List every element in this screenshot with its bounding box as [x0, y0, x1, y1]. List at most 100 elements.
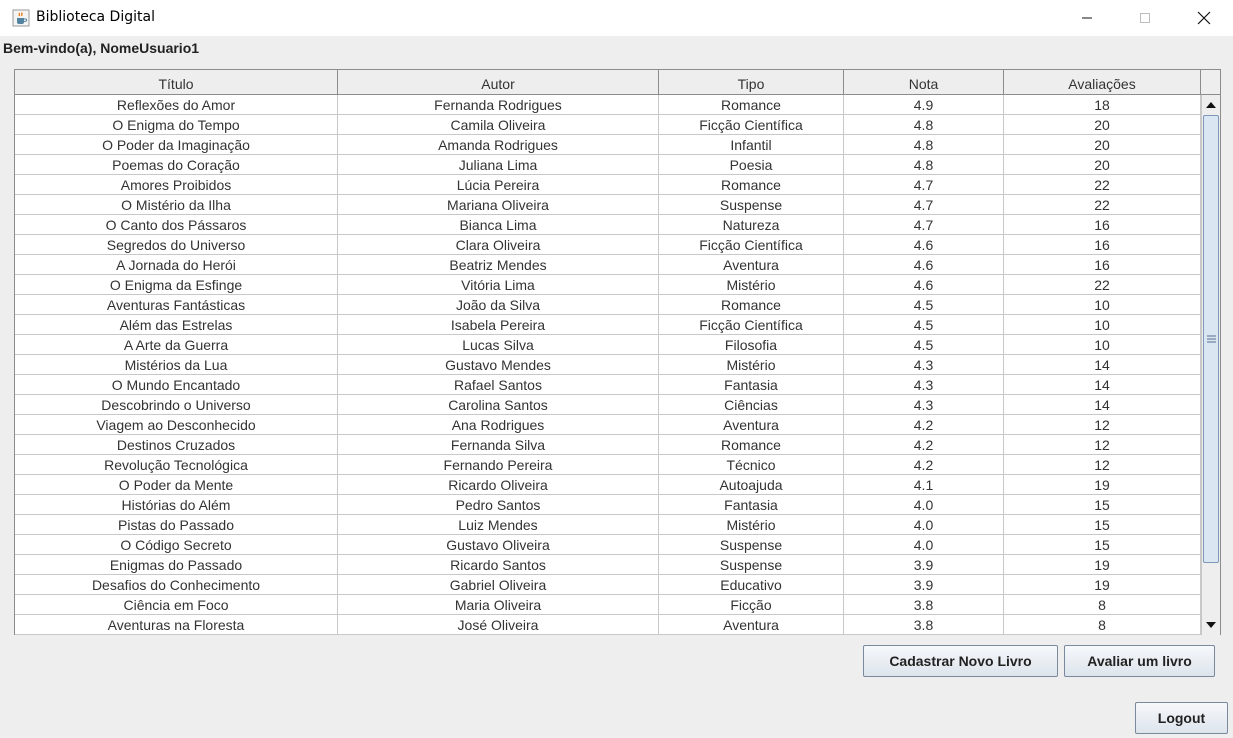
minimize-button[interactable] — [1058, 0, 1116, 36]
table-row[interactable]: Revolução Tecnológica Fernando Pereira Téc… — [15, 455, 1201, 475]
table-cell: Suspense — [659, 535, 844, 554]
table-row[interactable]: O Mundo Encantado Rafael Santos Fantasia 4.… — [15, 375, 1201, 395]
table-cell: 19 — [1004, 475, 1201, 494]
table-cell: Pistas do Passado — [15, 515, 338, 534]
table-cell: Ricardo Santos — [338, 555, 659, 574]
register-book-button[interactable]: Cadastrar Novo Livro — [863, 645, 1058, 677]
table-cell: Amanda Rodrigues — [338, 135, 659, 154]
table-cell: Revolução Tecnológica — [15, 455, 338, 474]
table-row[interactable]: O Mistério da Ilha Mariana Oliveira Suspen… — [15, 195, 1201, 215]
table-cell: O Poder da Imaginação — [15, 135, 338, 154]
table-row[interactable]: Além das Estrelas Isabela Pereira Ficção C… — [15, 315, 1201, 335]
table-row[interactable]: Viagem ao Desconhecido Ana Rodrigues Avent… — [15, 415, 1201, 435]
table-row[interactable]: Segredos do Universo Clara Oliveira Ficção… — [15, 235, 1201, 255]
vertical-scrollbar[interactable] — [1201, 95, 1220, 635]
table-cell: 22 — [1004, 275, 1201, 294]
table-row[interactable]: O Canto dos Pássaros Bianca Lima Natureza 4… — [15, 215, 1201, 235]
arrow-down-icon — [1206, 622, 1216, 628]
table-cell: 4.5 — [844, 295, 1004, 314]
table-cell: 14 — [1004, 355, 1201, 374]
table-cell: O Enigma da Esfinge — [15, 275, 338, 294]
table-row[interactable]: Ciência em Foco Maria Oliveira Ficção 3.8 8 — [15, 595, 1201, 615]
table-row[interactable]: A Arte da Guerra Lucas Silva Filosofia 4.5 1… — [15, 335, 1201, 355]
table-cell: Rafael Santos — [338, 375, 659, 394]
arrow-up-icon — [1206, 102, 1216, 108]
table-cell: 22 — [1004, 195, 1201, 214]
table-row[interactable]: O Poder da Mente Ricardo Oliveira Autoajud… — [15, 475, 1201, 495]
table-cell: Filosofia — [659, 335, 844, 354]
rate-book-button[interactable]: Avaliar um livro — [1064, 645, 1215, 677]
table-cell: Romance — [659, 435, 844, 454]
table-cell: 4.7 — [844, 175, 1004, 194]
table-cell: Desafios do Conhecimento — [15, 575, 338, 594]
minimize-icon — [1082, 17, 1092, 19]
table-header: Título Autor Tipo Nota Avaliações — [15, 70, 1201, 95]
scroll-thumb[interactable] — [1203, 115, 1219, 563]
column-header-title[interactable]: Título — [15, 70, 338, 94]
table-row[interactable]: Descobrindo o Universo Carolina Santos Ciê… — [15, 395, 1201, 415]
table-row[interactable]: Aventuras Fantásticas João da Silva Romanc… — [15, 295, 1201, 315]
scroll-down-button[interactable] — [1202, 615, 1220, 635]
table-cell: Bianca Lima — [338, 215, 659, 234]
close-icon — [1197, 11, 1211, 25]
table-row[interactable]: O Enigma do Tempo Camila Oliveira Ficção C… — [15, 115, 1201, 135]
table-row[interactable]: O Enigma da Esfinge Vitória Lima Mistério 4… — [15, 275, 1201, 295]
table-row[interactable]: Poemas do Coração Juliana Lima Poesia 4.8 20 — [15, 155, 1201, 175]
table-cell: O Mistério da Ilha — [15, 195, 338, 214]
table-cell: Luiz Mendes — [338, 515, 659, 534]
table-row[interactable]: O Código Secreto Gustavo Oliveira Suspense… — [15, 535, 1201, 555]
close-button[interactable] — [1175, 0, 1233, 36]
scroll-up-button[interactable] — [1202, 95, 1220, 115]
table-row[interactable]: Reflexões do Amor Fernanda Rodrigues Roman… — [15, 95, 1201, 115]
table-cell: 3.8 — [844, 595, 1004, 614]
table-cell: Fantasia — [659, 375, 844, 394]
table-cell: Autoajuda — [659, 475, 844, 494]
table-cell: 14 — [1004, 375, 1201, 394]
table-cell: Histórias do Além — [15, 495, 338, 514]
table-cell: Suspense — [659, 555, 844, 574]
table-cell: Mistério — [659, 515, 844, 534]
table-cell: 4.9 — [844, 95, 1004, 114]
column-header-type[interactable]: Tipo — [659, 70, 844, 94]
table-cell: Educativo — [659, 575, 844, 594]
table-cell: 4.3 — [844, 375, 1004, 394]
table-row[interactable]: Amores Proibidos Lúcia Pereira Romance 4.7 2… — [15, 175, 1201, 195]
table-row[interactable]: Destinos Cruzados Fernanda Silva Romance 4.… — [15, 435, 1201, 455]
table-row[interactable]: Mistérios da Lua Gustavo Mendes Mistério 4.… — [15, 355, 1201, 375]
table-cell: Descobrindo o Universo — [15, 395, 338, 414]
table-row[interactable]: Enigmas do Passado Ricardo Santos Suspense… — [15, 555, 1201, 575]
column-header-reviews[interactable]: Avaliações — [1004, 70, 1201, 94]
table-cell: Ficção — [659, 595, 844, 614]
table-cell: O Código Secreto — [15, 535, 338, 554]
column-header-author[interactable]: Autor — [338, 70, 659, 94]
table-cell: Carolina Santos — [338, 395, 659, 414]
table-cell: Aventura — [659, 415, 844, 434]
table-cell: Viagem ao Desconhecido — [15, 415, 338, 434]
table-row[interactable]: Pistas do Passado Luiz Mendes Mistério 4.0 1… — [15, 515, 1201, 535]
logout-button[interactable]: Logout — [1135, 702, 1228, 734]
maximize-button[interactable] — [1116, 0, 1174, 36]
table-cell: 4.5 — [844, 335, 1004, 354]
table-cell: Romance — [659, 95, 844, 114]
welcome-label: Bem-vindo(a), NomeUsuario1 — [3, 40, 200, 56]
table-cell: 4.2 — [844, 435, 1004, 454]
table-cell: 20 — [1004, 135, 1201, 154]
table-row[interactable]: O Poder da Imaginação Amanda Rodrigues Inf… — [15, 135, 1201, 155]
table-cell: O Poder da Mente — [15, 475, 338, 494]
table-cell: 20 — [1004, 155, 1201, 174]
table-cell: Lúcia Pereira — [338, 175, 659, 194]
table-row[interactable]: A Jornada do Herói Beatriz Mendes Aventura… — [15, 255, 1201, 275]
table-cell: Ficção Científica — [659, 315, 844, 334]
table-cell: Camila Oliveira — [338, 115, 659, 134]
table-cell: Mariana Oliveira — [338, 195, 659, 214]
table-cell: Romance — [659, 175, 844, 194]
table-row[interactable]: Aventuras na Floresta José Oliveira Aventu… — [15, 615, 1201, 635]
table-row[interactable]: Desafios do Conhecimento Gabriel Oliveira… — [15, 575, 1201, 595]
table-cell: 22 — [1004, 175, 1201, 194]
table-cell: 4.5 — [844, 315, 1004, 334]
table-cell: Maria Oliveira — [338, 595, 659, 614]
table-cell: Aventura — [659, 255, 844, 274]
table-cell: 16 — [1004, 215, 1201, 234]
column-header-rating[interactable]: Nota — [844, 70, 1004, 94]
table-row[interactable]: Histórias do Além Pedro Santos Fantasia 4.0… — [15, 495, 1201, 515]
